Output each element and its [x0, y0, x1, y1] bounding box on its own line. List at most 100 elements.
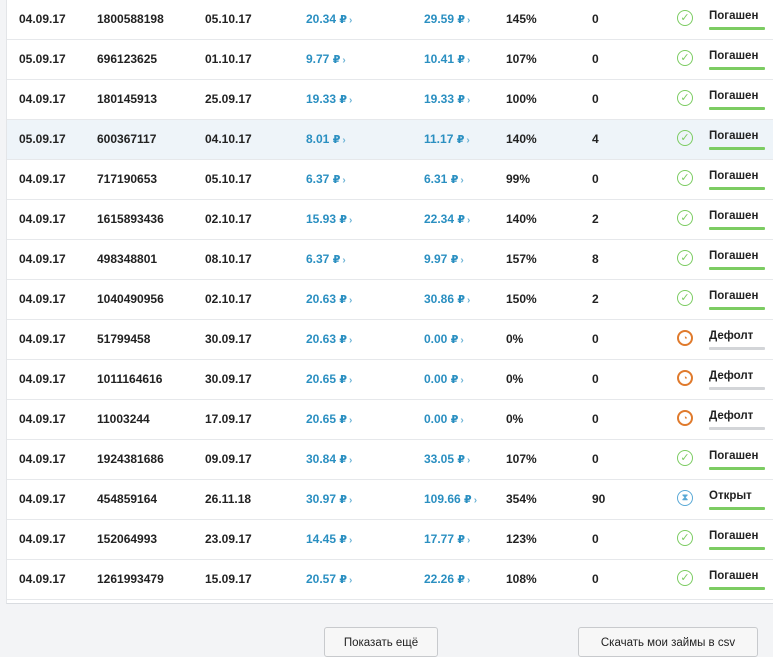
loan-due-date: 30.09.17	[205, 372, 252, 386]
loan-returned-link[interactable]: 9.97 ₽ ›	[424, 240, 464, 279]
status-progress-bar	[709, 187, 765, 190]
status-progress-bar	[709, 427, 765, 430]
loan-id: 1040490956	[97, 292, 164, 306]
loan-amount-link[interactable]: 6.37 ₽ ›	[306, 240, 346, 279]
loan-returned-link[interactable]: 29.59 ₽ ›	[424, 0, 470, 39]
currency-symbol: ₽	[457, 54, 466, 66]
download-csv-button[interactable]: Скачать мои займы в csv	[578, 627, 758, 657]
loan-date: 04.09.17	[19, 252, 66, 266]
loan-amount-link[interactable]: 19.33 ₽ ›	[306, 80, 352, 119]
chevron-right-icon: ›	[349, 295, 353, 306]
loan-due-date: 04.10.17	[205, 132, 252, 146]
table-row[interactable]: 04.09.17 1615893436 02.10.17 15.93 ₽ › 22.34 …	[7, 200, 773, 240]
loan-returned-link[interactable]: 6.31 ₽ ›	[424, 160, 464, 199]
loan-amount-link[interactable]: 20.57 ₽ ›	[306, 560, 352, 599]
loan-returned: 9.97	[424, 252, 448, 266]
table-row[interactable]: 04.09.17 11003244 17.09.17 20.65 ₽ › 0.00 ₽ › 0…	[7, 400, 773, 440]
currency-symbol: ₽	[450, 334, 459, 346]
loan-amount-link[interactable]: 30.84 ₽ ›	[306, 440, 352, 479]
loan-returned: 10.41	[424, 52, 455, 66]
currency-symbol: ₽	[339, 494, 348, 506]
loan-amount-link[interactable]: 8.01 ₽ ›	[306, 120, 346, 159]
chevron-right-icon: ›	[349, 535, 353, 546]
loan-due-date: 05.10.17	[205, 172, 252, 186]
status-progress-bar	[709, 227, 765, 230]
chevron-right-icon: ›	[467, 55, 471, 66]
status-badge: Погашен	[709, 250, 759, 262]
loan-returned-link[interactable]: 0.00 ₽ ›	[424, 400, 464, 439]
loan-returned-link[interactable]: 109.66 ₽ ›	[424, 480, 477, 519]
loan-returned: 22.34	[424, 212, 455, 226]
chevron-right-icon: ›	[349, 215, 353, 226]
currency-symbol: ₽	[457, 534, 466, 546]
loan-overdue-days: 8	[592, 252, 599, 266]
loan-amount-link[interactable]: 6.37 ₽ ›	[306, 160, 346, 199]
status-progress-bar	[709, 67, 765, 70]
loan-amount-link[interactable]: 30.97 ₽ ›	[306, 480, 352, 519]
loan-returned-link[interactable]: 17.77 ₽ ›	[424, 520, 470, 559]
loan-returned-link[interactable]: 11.17 ₽ ›	[424, 120, 470, 159]
loan-returned-link[interactable]: 22.26 ₽ ›	[424, 560, 470, 599]
table-row[interactable]: 04.09.17 1800588198 05.10.17 20.34 ₽ › 29.59 …	[7, 0, 773, 40]
loan-returned: 17.77	[424, 532, 455, 546]
chevron-right-icon: ›	[467, 575, 471, 586]
status-badge: Погашен	[709, 570, 759, 582]
currency-symbol: ₽	[450, 374, 459, 386]
show-more-button[interactable]: Показать ещё	[324, 627, 438, 657]
status-badge: Дефолт	[709, 330, 754, 342]
loan-amount-link[interactable]: 20.34 ₽ ›	[306, 0, 352, 39]
chevron-right-icon: ›	[466, 135, 470, 146]
loan-percent: 100%	[506, 92, 537, 106]
table-row[interactable]: 05.09.17 600367117 04.10.17 8.01 ₽ › 11.17 ₽ ›…	[7, 120, 773, 160]
check-circle-icon: ✓	[677, 250, 693, 266]
loan-returned-link[interactable]: 19.33 ₽ ›	[424, 80, 470, 119]
loan-returned-link[interactable]: 0.00 ₽ ›	[424, 360, 464, 399]
loan-id: 1261993479	[97, 572, 164, 586]
currency-symbol: ₽	[457, 294, 466, 306]
loan-returned-link[interactable]: 30.86 ₽ ›	[424, 280, 470, 319]
loan-returned-link[interactable]: 0.00 ₽ ›	[424, 320, 464, 359]
table-row[interactable]: 04.09.17 51799458 30.09.17 20.63 ₽ › 0.00 ₽ › 0…	[7, 320, 773, 360]
currency-symbol: ₽	[339, 454, 348, 466]
loan-returned-link[interactable]: 33.05 ₽ ›	[424, 440, 470, 479]
table-row[interactable]: 04.09.17 180145913 25.09.17 19.33 ₽ › 19.33 ₽…	[7, 80, 773, 120]
loan-amount: 6.37	[306, 252, 330, 266]
status-progress-bar	[709, 467, 765, 470]
currency-symbol: ₽	[450, 254, 459, 266]
loan-amount-link[interactable]: 20.63 ₽ ›	[306, 280, 352, 319]
table-row[interactable]: 04.09.17 1261993479 15.09.17 20.57 ₽ › 22.26 …	[7, 560, 773, 600]
loan-amount: 8.01	[306, 132, 330, 146]
loan-date: 05.09.17	[19, 52, 66, 66]
loan-overdue-days: 0	[592, 532, 599, 546]
loan-amount: 20.63	[306, 332, 337, 346]
currency-symbol: ₽	[339, 14, 348, 26]
loan-amount-link[interactable]: 15.93 ₽ ›	[306, 200, 352, 239]
table-row[interactable]: 04.09.17 498348801 08.10.17 6.37 ₽ › 9.97 ₽ › 1…	[7, 240, 773, 280]
table-row[interactable]: 04.09.17 1924381686 09.09.17 30.84 ₽ › 33.05 …	[7, 440, 773, 480]
loan-date: 04.09.17	[19, 332, 66, 346]
table-row[interactable]: 04.09.17 717190653 05.10.17 6.37 ₽ › 6.31 ₽ › 9…	[7, 160, 773, 200]
table-row[interactable]: 04.09.17 454859164 26.11.18 30.97 ₽ › 109.66 …	[7, 480, 773, 520]
currency-symbol: ₽	[464, 494, 472, 506]
loan-overdue-days: 0	[592, 172, 599, 186]
loan-amount-link[interactable]: 20.63 ₽ ›	[306, 320, 352, 359]
status-progress-bar	[709, 267, 765, 270]
table-row[interactable]: 04.09.17 1040490956 02.10.17 20.63 ₽ › 30.86 …	[7, 280, 773, 320]
chevron-right-icon: ›	[460, 255, 464, 266]
loan-amount: 14.45	[306, 532, 337, 546]
loan-returned-link[interactable]: 22.34 ₽ ›	[424, 200, 470, 239]
loan-amount-link[interactable]: 20.65 ₽ ›	[306, 360, 352, 399]
table-row[interactable]: 04.09.17 152064993 23.09.17 14.45 ₽ › 17.77 ₽…	[7, 520, 773, 560]
table-row[interactable]: 04.09.17 1011164616 30.09.17 20.65 ₽ › 0.00 ₽…	[7, 360, 773, 400]
currency-symbol: ₽	[457, 94, 466, 106]
loan-overdue-days: 0	[592, 452, 599, 466]
chevron-right-icon: ›	[342, 255, 346, 266]
loan-id: 498348801	[97, 252, 158, 266]
chevron-right-icon: ›	[342, 135, 346, 146]
chevron-right-icon: ›	[349, 575, 353, 586]
loan-amount-link[interactable]: 20.65 ₽ ›	[306, 400, 352, 439]
loan-returned-link[interactable]: 10.41 ₽ ›	[424, 40, 470, 79]
loan-amount-link[interactable]: 14.45 ₽ ›	[306, 520, 352, 559]
loan-amount-link[interactable]: 9.77 ₽ ›	[306, 40, 346, 79]
table-row[interactable]: 05.09.17 696123625 01.10.17 9.77 ₽ › 10.41 ₽ ›…	[7, 40, 773, 80]
